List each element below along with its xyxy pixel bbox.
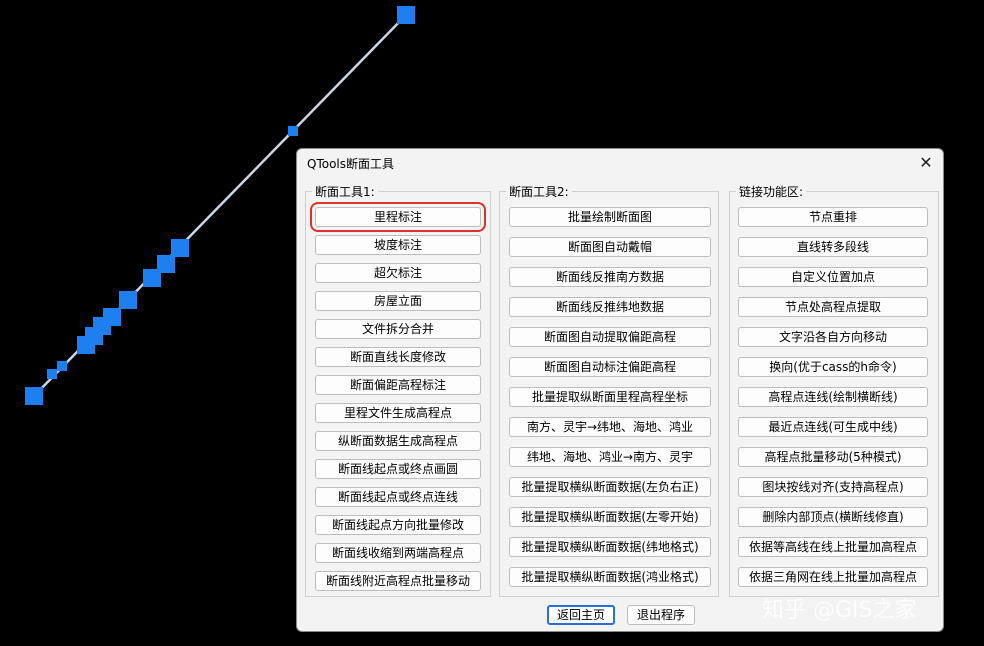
group1-button-2[interactable]: 坡度标注 [315, 235, 481, 255]
group2-button-5[interactable]: 断面图自动提取偏距高程 [509, 327, 711, 347]
section-tools-2: 断面工具2: 批量绘制断面图 断面图自动戴帽 断面线反推南方数据 断面线反推纬地数据断… [499, 183, 719, 597]
group3-button-10[interactable]: 图块按线对齐(支持高程点) [738, 477, 928, 497]
cad-grip-5 [143, 269, 161, 287]
group1-button-9[interactable]: 纵断面数据生成高程点 [315, 431, 481, 451]
group2-button-13[interactable]: 批量提取横纵断面数据(鸿业格式) [509, 567, 711, 587]
cad-grip-12 [47, 369, 57, 379]
group3-button-4[interactable]: 节点处高程点提取 [738, 297, 928, 317]
group1-button-13[interactable]: 断面线收缩到两端高程点 [315, 543, 481, 563]
group3-button-2[interactable]: 直线转多段线 [738, 237, 928, 257]
group2-button-3[interactable]: 断面线反推南方数据 [509, 267, 711, 287]
watermark: 知乎 @GIS之家 [762, 598, 917, 623]
group3-button-6[interactable]: 换向(优于cass的h命令) [738, 357, 928, 377]
cad-grip-2 [288, 126, 298, 136]
cad-grip-13 [25, 387, 43, 405]
group1-button-10[interactable]: 断面线起点或终点画圆 [315, 459, 481, 479]
group2-button-1[interactable]: 批量绘制断面图 [509, 207, 711, 227]
group1-button-6[interactable]: 断面直线长度修改 [315, 347, 481, 367]
group1-button-1[interactable]: 里程标注 [310, 202, 486, 232]
group2-button-11[interactable]: 批量提取横纵断面数据(左零开始) [509, 507, 711, 527]
group1-button-4[interactable]: 房屋立面 [315, 291, 481, 311]
section-links: 链接功能区: 节点重排直线转多段线 自定义位置加点 节点处高程点提取 文字沿各自方向移… [729, 183, 939, 597]
cad-grip-10 [77, 336, 95, 354]
group1-button-3[interactable]: 超欠标注 [315, 263, 481, 283]
section-tools-1: 断面工具1: 里程标注坡度标注超欠标注房屋立面文件拆分合并 断面直线长度修改 断面偏… [305, 183, 491, 597]
group2-button-8[interactable]: 南方、灵宇→纬地、海地、鸿业 [509, 417, 711, 437]
group1-button-14[interactable]: 断面线附近高程点批量移动 [315, 571, 481, 591]
section-links-label: 链接功能区: [736, 183, 807, 200]
qtools-dialog: QTools断面工具 ✕ 断面工具1: 里程标注坡度标注超欠标注房屋立面文件拆分… [296, 148, 944, 632]
cad-grip-3 [171, 239, 189, 257]
close-icon[interactable]: ✕ [915, 152, 937, 174]
group3-button-3[interactable]: 自定义位置加点 [738, 267, 928, 287]
group3-button-11[interactable]: 删除内部顶点(横断线修直) [738, 507, 928, 527]
section-tools-1-label: 断面工具1: [312, 183, 378, 200]
group1-button-8[interactable]: 里程文件生成高程点 [315, 403, 481, 423]
dialog-title: QTools断面工具 [307, 157, 395, 171]
group2-button-4[interactable]: 断面线反推纬地数据 [509, 297, 711, 317]
group3-button-1[interactable]: 节点重排 [738, 207, 928, 227]
group3-button-9[interactable]: 高程点批量移动(5种模式) [738, 447, 928, 467]
cad-grip-11 [57, 361, 67, 371]
group2-button-2[interactable]: 断面图自动戴帽 [509, 237, 711, 257]
group2-button-9[interactable]: 纬地、海地、鸿业→南方、灵宇 [509, 447, 711, 467]
group1-button-7[interactable]: 断面偏距高程标注 [315, 375, 481, 395]
title-bar: QTools断面工具 ✕ [297, 149, 943, 177]
group3-button-12[interactable]: 依据等高线在线上批量加高程点 [738, 537, 928, 557]
group2-button-12[interactable]: 批量提取横纵断面数据(纬地格式) [509, 537, 711, 557]
group2-button-10[interactable]: 批量提取横纵断面数据(左负右正) [509, 477, 711, 497]
group2-button-7[interactable]: 批量提取纵断面里程高程坐标 [509, 387, 711, 407]
group1-button-12[interactable]: 断面线起点方向批量修改 [315, 515, 481, 535]
group2-button-6[interactable]: 断面图自动标注偏距高程 [509, 357, 711, 377]
section-tools-2-label: 断面工具2: [506, 183, 572, 200]
group3-button-8[interactable]: 最近点连线(可生成中线) [738, 417, 928, 437]
cad-grip-6 [119, 291, 137, 309]
cad-grip-1 [397, 6, 415, 24]
group1-button-11[interactable]: 断面线起点或终点连线 [315, 487, 481, 507]
group3-button-5[interactable]: 文字沿各自方向移动 [738, 327, 928, 347]
group1-button-5[interactable]: 文件拆分合并 [315, 319, 481, 339]
back-home-button[interactable]: 返回主页 [547, 605, 615, 625]
group3-button-7[interactable]: 高程点连线(绘制横断线) [738, 387, 928, 407]
group3-button-13[interactable]: 依据三角网在线上批量加高程点 [738, 567, 928, 587]
exit-program-button[interactable]: 退出程序 [627, 605, 695, 625]
